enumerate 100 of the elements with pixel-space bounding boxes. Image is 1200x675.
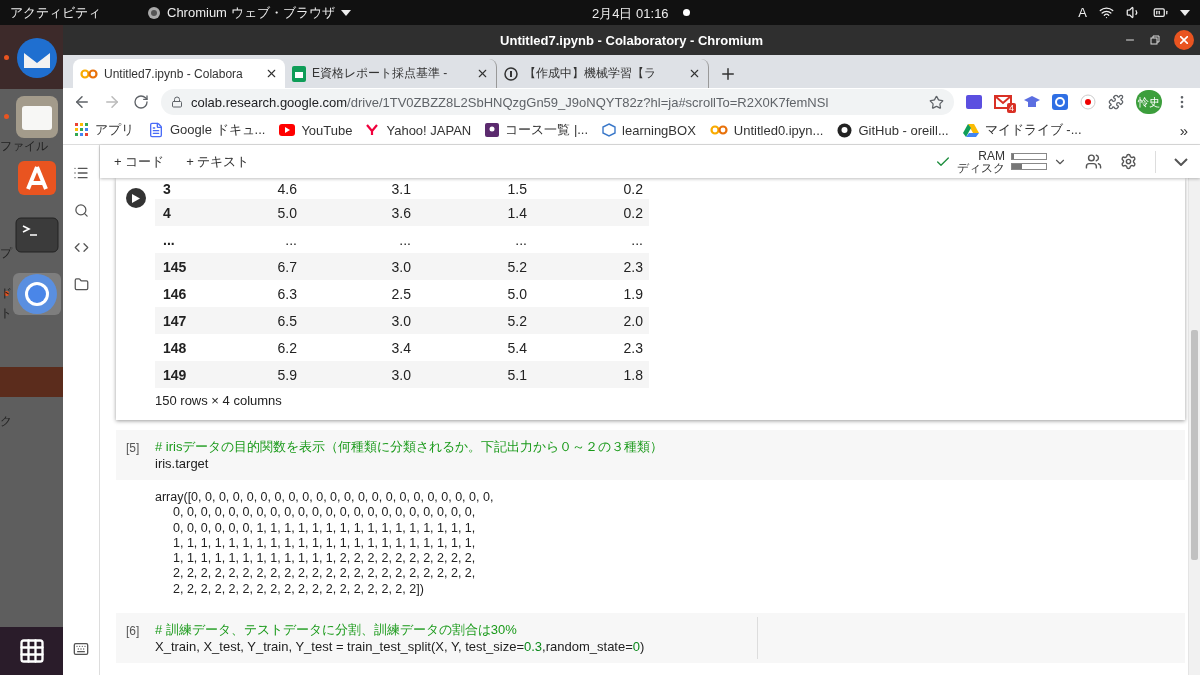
scrollbar[interactable] bbox=[1188, 178, 1200, 675]
bookmark[interactable]: Yahoo! JAPAN bbox=[366, 122, 472, 138]
background-text: プ bbox=[0, 247, 12, 260]
clock[interactable]: 2月4日 01:16 bbox=[592, 5, 669, 23]
address-bar[interactable]: colab.research.google.com/drive/1TV0ZBZZ8L2SbHNQzgGn59_J9oNQYT82z?hl=ja#scrollTo=R2X0K7femNSl bbox=[161, 89, 954, 115]
output-line: 1, 1, 1, 1, 1, 1, 1, 1, 1, 1, 1, 1, 2, 2, 2, 2, 2, 2, 2, 2, 2, 2, bbox=[172, 551, 477, 567]
table-cell-text: 1.9 bbox=[622, 285, 644, 302]
document-icon bbox=[148, 122, 164, 138]
table-cell-text: 5.2 bbox=[506, 258, 528, 275]
table-cell-text: ... bbox=[284, 231, 298, 248]
bookmark[interactable]: マイドライブ -... bbox=[962, 121, 1082, 139]
app-grid-icon bbox=[17, 637, 46, 665]
table-cell-text: 1.5 bbox=[506, 180, 528, 197]
browser-logo-icon bbox=[147, 5, 161, 20]
bookmark[interactable]: GitHub - oreill... bbox=[837, 122, 949, 138]
table-cell-text: ... bbox=[398, 231, 412, 248]
notification-dot-icon bbox=[683, 9, 690, 16]
browser-tab[interactable]: 【作成中】機械学習【ラ bbox=[497, 59, 709, 88]
table-cell-text: 5.0 bbox=[506, 285, 528, 302]
caret-icon bbox=[1180, 9, 1190, 16]
browser-tab[interactable]: E資格レポート採点基準 - bbox=[285, 59, 497, 88]
record-extension-icon[interactable] bbox=[1080, 94, 1096, 110]
table-cell-text: 0.2 bbox=[622, 180, 644, 197]
background-window-band bbox=[0, 367, 63, 397]
window-title: Untitled7.ipynb - Colaboratory - Chromium bbox=[500, 32, 763, 48]
collapse-icon[interactable] bbox=[1174, 157, 1188, 166]
folder-icon bbox=[73, 277, 89, 292]
graduation-cap-icon[interactable] bbox=[1024, 95, 1040, 109]
app-menu[interactable]: Chromium ウェブ・ブラウザ bbox=[167, 3, 335, 22]
output-line: 0, 0, 0, 0, 0, 0, 1, 1, 1, 1, 1, 1, 1, 1, 1, 1, 1, 1, 1, 1, 1, 1, bbox=[172, 520, 477, 536]
row-index: 3 bbox=[162, 180, 172, 197]
cube-icon bbox=[602, 123, 617, 137]
people-icon bbox=[1085, 153, 1102, 170]
row-index: 145 bbox=[162, 258, 188, 275]
input-method-indicator[interactable]: A bbox=[1078, 5, 1087, 20]
back-icon bbox=[73, 93, 91, 111]
bookmarks-overflow[interactable]: » bbox=[1179, 121, 1188, 139]
row-index: 146 bbox=[162, 285, 188, 302]
table-cell-text: ... bbox=[630, 231, 644, 248]
wifi-icon bbox=[1099, 5, 1114, 20]
table-cell-text: 1.4 bbox=[506, 204, 528, 221]
table-cell-text: 5.4 bbox=[506, 339, 528, 356]
table-cell-text: 2.0 bbox=[622, 312, 644, 329]
count-badge: 4 bbox=[1007, 103, 1016, 113]
bookmark[interactable]: YouTube bbox=[279, 122, 353, 138]
output-line: 2, 2, 2, 2, 2, 2, 2, 2, 2, 2, 2, 2, 2, 2, 2, 2, 2, 2]) bbox=[172, 581, 425, 598]
table-cell-text: 6.7 bbox=[276, 258, 298, 275]
output-line: 0, 0, 0, 0, 0, 0, 0, 0, 0, 0, 0, 0, 0, 0, 0, 0, 0, 0, 0, 0, 0, 0, bbox=[172, 505, 477, 521]
restore-icon[interactable] bbox=[1150, 35, 1160, 45]
puzzle-icon bbox=[1108, 94, 1124, 110]
disk-label: ディスク bbox=[957, 161, 1005, 174]
table-cell-text: 5.2 bbox=[506, 312, 528, 329]
table-cell-text: 3.0 bbox=[390, 258, 412, 275]
close-icon bbox=[688, 67, 701, 80]
output-line: 1, 1, 1, 1, 1, 1, 1, 1, 1, 1, 1, 1, 1, 1, 1, 1, 1, 1, 1, 1, 1, 1, bbox=[172, 535, 477, 552]
row-index: ... bbox=[162, 231, 176, 248]
table-cell-text: 5.9 bbox=[276, 366, 298, 383]
close-icon bbox=[476, 67, 489, 80]
code-cell[interactable]: [6] # 訓練データ、テストデータに分割、訓練データの割合は30% X_train, X_test, Y_train, Y_test = train_test_split(X, Y, test_size=0.3,random_state=0) bbox=[116, 613, 1185, 664]
bookmark[interactable]: アプリ bbox=[75, 121, 134, 139]
table-cell-text: 2.5 bbox=[390, 285, 412, 302]
table-cell-text: 3.6 bbox=[390, 204, 412, 221]
table-summary: 150 rows × 4 columns bbox=[155, 393, 283, 408]
bookmark[interactable]: コース一覧 |... bbox=[485, 121, 589, 139]
bookmark[interactable]: Untitled0.ipyn... bbox=[709, 122, 824, 138]
add-text-button[interactable]: + テキスト bbox=[184, 150, 252, 173]
disk-meter bbox=[1011, 163, 1047, 170]
table-cell-text: 6.5 bbox=[276, 312, 298, 329]
infinity-logo-icon bbox=[80, 68, 98, 79]
code-line: X_train, X_test, Y_train, Y_test = train_test_split(X, Y, test_size=0.3,random_state=0) bbox=[155, 638, 645, 656]
y-logo-icon bbox=[366, 124, 381, 136]
table-cell-text: 1.8 bbox=[622, 366, 644, 383]
table-cell-text: 0.2 bbox=[622, 204, 644, 221]
bookmark[interactable]: Google ドキュ... bbox=[148, 121, 266, 139]
close-icon bbox=[265, 67, 278, 80]
bookmark[interactable]: learningBOX bbox=[602, 122, 696, 138]
cell-prompt: [5] bbox=[125, 440, 141, 457]
output-line: array([0, 0, 0, 0, 0, 0, 0, 0, 0, 0, 0, 0, 0, 0, 0, 0, 0, 0, 0, 0, 0, 0, bbox=[155, 490, 495, 506]
run-button[interactable] bbox=[125, 188, 146, 208]
table-cell-text: 3.0 bbox=[390, 312, 412, 329]
table-cell-text: ... bbox=[514, 231, 528, 248]
table-cell-text: 2.3 bbox=[622, 339, 644, 356]
course-logo-icon bbox=[485, 123, 500, 137]
code-comment: # 訓練データ、テストデータに分割、訓練データの割合は30% bbox=[155, 621, 518, 639]
activities-label[interactable]: アクティビティ bbox=[10, 3, 101, 22]
sheet-logo-icon bbox=[292, 65, 306, 82]
triangle-logo-icon bbox=[962, 123, 979, 137]
ram-meter bbox=[1011, 153, 1047, 160]
browser-tab[interactable]: Untitled7.ipynb - Colabora bbox=[73, 59, 285, 88]
close-button[interactable] bbox=[1174, 30, 1194, 50]
c-logo-icon[interactable] bbox=[1052, 94, 1068, 110]
add-code-button[interactable]: + コード bbox=[112, 150, 167, 173]
forward-icon bbox=[103, 93, 121, 111]
code-cell[interactable]: [5] # irisデータの目的関数を表示（何種類に分類されるか。下記出力から０～２の３種類） iris.target bbox=[116, 430, 1185, 480]
table-cell-text: 3.1 bbox=[390, 180, 412, 197]
play-icon bbox=[131, 193, 140, 203]
battery-icon bbox=[1153, 5, 1168, 20]
table-cell-text: 4.6 bbox=[276, 180, 298, 197]
table-cell-text: 6.2 bbox=[276, 339, 298, 356]
table-cell-text: 5.0 bbox=[276, 204, 298, 221]
